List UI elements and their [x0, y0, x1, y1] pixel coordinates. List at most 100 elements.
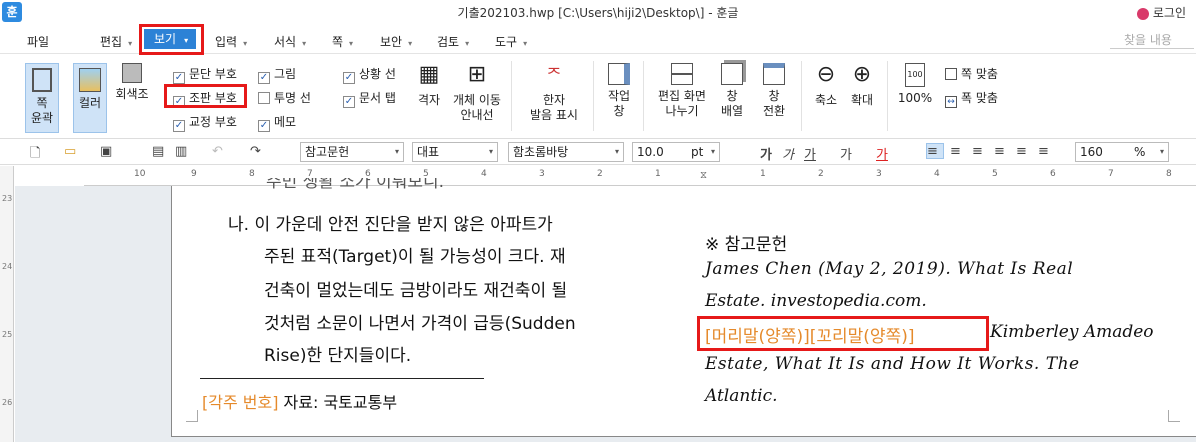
reference-line[interactable]: Atlantic. — [705, 386, 778, 406]
indent-marker-icon[interactable]: ⧖ — [700, 170, 707, 181]
zoom-out-icon: ⊖ — [816, 62, 836, 87]
highlight-formatting-mark — [164, 84, 247, 108]
align-right-icon[interactable]: ≡ — [994, 144, 1005, 159]
checkbox-icon: ✓ — [343, 96, 355, 108]
menu-insert[interactable]: 입력 ▾ — [215, 33, 247, 50]
task-pane-button[interactable]: 작업 창 — [604, 63, 634, 119]
doc-line[interactable]: Rise)한 단지들이다. — [264, 341, 411, 366]
color-icon — [79, 68, 101, 92]
save-icon[interactable]: ▣ — [100, 144, 112, 159]
underline-icon[interactable]: 가 — [804, 144, 816, 163]
new-doc-icon[interactable]: 🗋 — [30, 144, 40, 166]
undo-icon[interactable]: ↶ — [212, 144, 223, 159]
menu-edit[interactable]: 편집 ▾ — [100, 33, 132, 50]
footnote-text: 자료: 국토교통부 — [283, 393, 398, 412]
vertical-ruler: 23 24 25 26 — [0, 166, 14, 442]
zoom-out-button[interactable]: ⊖ 축소 — [810, 63, 842, 108]
language-select[interactable]: 대표 ▾ — [412, 142, 498, 162]
reference-line[interactable]: Estate. investopedia.com. — [705, 291, 927, 311]
references-heading[interactable]: ※ 참고문헌 — [705, 230, 787, 255]
check-transparent-line[interactable]: 투명 선 — [258, 89, 311, 106]
menu-security[interactable]: 보안 ▾ — [380, 33, 412, 50]
task-pane-icon — [608, 63, 630, 85]
checkbox-icon — [258, 92, 270, 104]
style-select[interactable]: 참고문헌 ▾ — [300, 142, 404, 162]
check-paragraph-mark[interactable]: ✓ 문단 부호 — [173, 65, 237, 84]
fit-page-button[interactable]: 쪽 맞춤 — [945, 65, 998, 82]
highlight-header-footer — [697, 316, 989, 351]
highlight-menu-view — [139, 24, 204, 55]
grayscale-icon — [122, 63, 142, 83]
reference-line[interactable]: Estate, What It Is and How It Works. The — [705, 354, 1080, 374]
footnote-number-code: [각주 번호] — [202, 393, 279, 412]
zoom-in-button[interactable]: ⊕ 확대 — [846, 63, 878, 108]
split-view-button[interactable]: 편집 화면 나누기 — [654, 63, 710, 119]
arrange-icon — [721, 63, 743, 85]
guide-icon: ⊞ — [467, 62, 487, 87]
doc-line[interactable]: 주된 표적(Target)이 될 가능성이 크다. 재 — [264, 242, 566, 267]
zoom-100-icon: 100 — [905, 63, 925, 87]
strike-icon[interactable]: 가 — [840, 144, 852, 163]
zoom-select[interactable]: 160% ▾ — [1075, 142, 1169, 162]
arrange-windows-button[interactable]: 창 배열 — [714, 63, 750, 119]
checkbox-icon: ✓ — [343, 72, 355, 84]
menu-page[interactable]: 쪽 ▾ — [332, 33, 353, 50]
check-proof-mark[interactable]: ✓ 교정 부호 — [173, 113, 237, 132]
grid-icon: ▦ — [418, 62, 440, 87]
hanja-pronounce-button[interactable]: ᄌ 한자 발음 표시 — [525, 63, 583, 123]
doc-line[interactable]: 것처럼 소문이 나면서 가격이 급등(Sudden — [264, 309, 576, 334]
fit-page-icon — [945, 68, 957, 80]
checkbox-icon: ✓ — [173, 120, 185, 132]
find-input[interactable]: 찾을 내용 — [1110, 31, 1194, 49]
menu-tools[interactable]: 도구 ▾ — [495, 33, 527, 50]
menu-format[interactable]: 서식 ▾ — [274, 33, 306, 50]
checkbox-icon: ✓ — [173, 72, 185, 84]
checkbox-icon: ✓ — [258, 120, 270, 132]
align-left-icon[interactable]: ≡ — [950, 144, 961, 159]
zoom-100-button[interactable]: 100 100% — [896, 63, 934, 106]
checkbox-icon: ✓ — [258, 72, 270, 84]
bold-icon[interactable]: 가 — [760, 144, 772, 163]
title-bar: 훈 기출202103.hwp [C:\Users\hiji2\Desktop\]… — [0, 0, 1196, 24]
check-picture[interactable]: ✓ 그림 — [258, 65, 296, 84]
fit-width-button[interactable]: ↔ 폭 맞춤 — [945, 89, 998, 108]
switch-window-button[interactable]: 창 전환 — [756, 63, 792, 119]
page-outline-icon — [32, 68, 52, 92]
check-doc-tab[interactable]: ✓ 문서 탭 — [343, 89, 396, 108]
align-center-icon[interactable]: ≡ — [972, 144, 983, 159]
align-distribute-icon[interactable]: ≡ — [1016, 144, 1027, 159]
font-color-icon[interactable]: 가 — [876, 144, 888, 163]
doc-line[interactable]: 나. 이 가운데 안전 진단을 받지 않은 아파트가 — [228, 210, 553, 235]
reference-line[interactable]: James Chen (May 2, 2019). What Is Real — [705, 259, 1165, 279]
doc-line[interactable]: 건축이 멀었는데도 금방이라도 재건축이 될 — [264, 276, 567, 301]
format-toolbar: 🗋 ▭ ▣ ▤ ▥ ↶ ↷ 참고문헌 ▾ 대표 ▾ 함초롬바탕 ▾ 10.0 pt ▾ 가… — [0, 139, 1196, 165]
align-divide-icon[interactable]: ≡ — [1038, 144, 1049, 159]
font-select[interactable]: 함초롬바탕 ▾ — [508, 142, 624, 162]
split-icon — [671, 63, 693, 85]
login-button[interactable]: 로그인 — [1136, 4, 1186, 21]
horizontal-ruler: 10 9 8 7 6 5 4 3 2 1 1 2 3 4 5 6 7 8 ⧖ — [84, 166, 1196, 186]
footnote-divider — [200, 378, 484, 379]
grid-button[interactable]: ▦ 격자 — [412, 63, 446, 108]
print-icon[interactable]: ▤ — [152, 144, 164, 159]
preview-icon[interactable]: ▥ — [175, 144, 187, 159]
reference-line[interactable]: Kimberley Amadeo — [990, 322, 1154, 342]
page-outline-button[interactable]: 쪽 윤곽 — [25, 63, 59, 133]
redo-icon[interactable]: ↷ — [250, 144, 261, 159]
open-folder-icon[interactable]: ▭ — [64, 144, 76, 159]
menu-review[interactable]: 검토 ▾ — [437, 33, 469, 50]
switch-icon — [763, 63, 785, 85]
align-justify-icon[interactable]: ≡ — [926, 143, 944, 159]
check-memo[interactable]: ✓ 메모 — [258, 113, 296, 132]
object-move-guide-button[interactable]: ⊞ 개체 이동 안내선 — [450, 63, 504, 123]
hanja-icon: ᄌ — [546, 65, 562, 84]
doc-line[interactable]: 주민 생활 소가 이뤄보니. — [266, 178, 444, 192]
color-button[interactable]: 컬러 — [73, 63, 107, 133]
italic-icon[interactable]: 가 — [782, 144, 794, 163]
check-status-line[interactable]: ✓ 상황 선 — [343, 65, 396, 84]
menu-file[interactable]: 파일 — [27, 33, 49, 50]
grayscale-button[interactable]: 회색조 — [112, 63, 152, 102]
zoom-in-icon: ⊕ — [852, 62, 872, 87]
font-size-input[interactable]: 10.0 pt ▾ — [632, 142, 720, 162]
footnote-line[interactable]: [각주 번호] 자료: 국토교통부 — [202, 389, 397, 413]
